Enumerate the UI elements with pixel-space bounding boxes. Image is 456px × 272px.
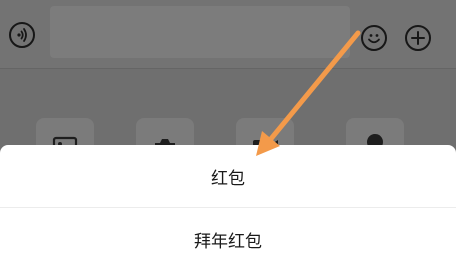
- screen: 红包 拜年红包: [0, 0, 456, 272]
- plus-icon-glyph: [411, 31, 425, 45]
- emoji-icon[interactable]: [361, 25, 387, 51]
- voice-icon-glyph: [17, 28, 27, 42]
- voice-icon[interactable]: [9, 22, 35, 48]
- option-new-year-red-packet[interactable]: 拜年红包: [0, 208, 456, 270]
- option-red-packet-label: 红包: [211, 168, 245, 189]
- action-sheet: 红包 拜年红包: [0, 145, 456, 272]
- option-new-year-red-packet-label: 拜年红包: [194, 231, 262, 252]
- emoji-icon-glyph: [368, 34, 380, 44]
- chat-input-bar: [0, 0, 456, 68]
- chat-text-field[interactable]: [50, 6, 350, 58]
- option-red-packet[interactable]: 红包: [0, 145, 456, 207]
- plus-icon[interactable]: [405, 25, 431, 51]
- input-bar-divider: [0, 68, 456, 69]
